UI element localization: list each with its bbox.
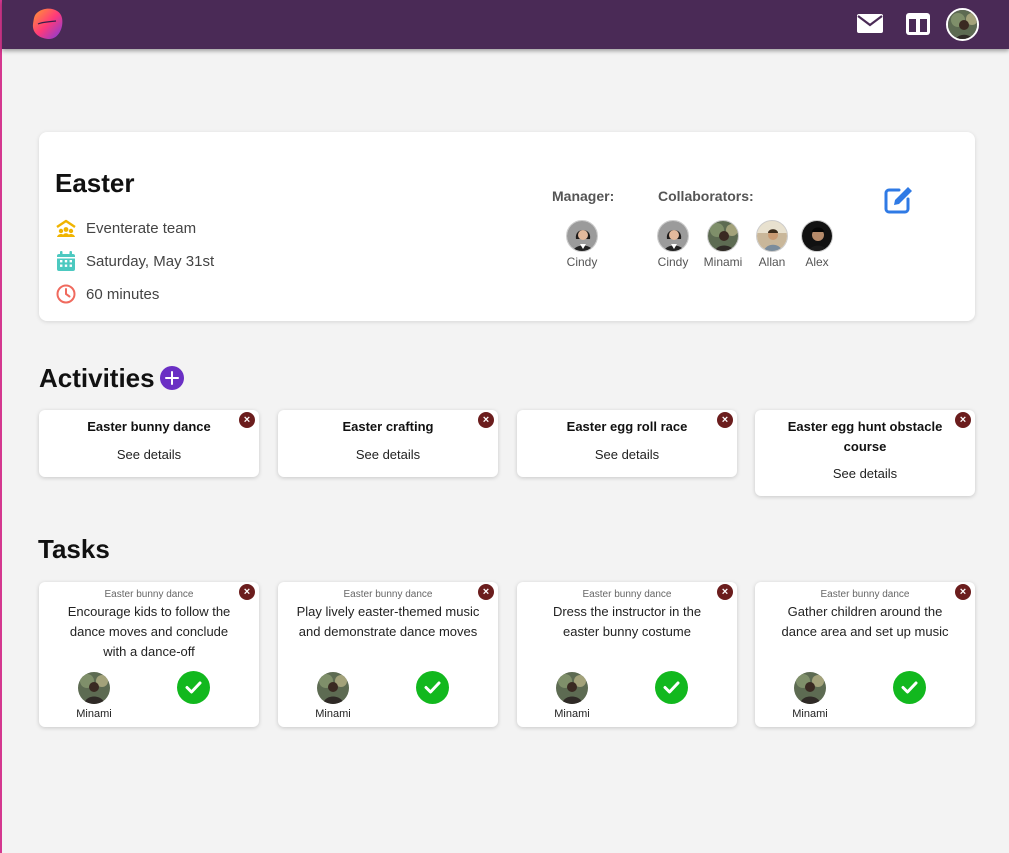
activity-title: Easter crafting	[342, 419, 434, 434]
delete-task-button[interactable]: ×	[478, 584, 494, 600]
complete-task-button[interactable]	[893, 671, 926, 704]
task-description: Play lively easter-themed music and demo…	[296, 604, 480, 639]
delete-activity-button[interactable]: ×	[955, 412, 971, 428]
avatar	[566, 220, 598, 252]
checkmark-icon	[424, 681, 441, 694]
eventerate-logo-icon[interactable]	[30, 6, 66, 42]
collaborator-name: Allan	[758, 255, 786, 269]
user-avatar-icon[interactable]	[946, 8, 979, 41]
event-duration: 60 minutes	[55, 283, 159, 305]
collaborator-alex[interactable]: Alex	[792, 220, 842, 269]
task-category: Easter bunny dance	[582, 589, 672, 600]
avatar	[78, 672, 110, 704]
event-team-label: Eventerate team	[86, 219, 197, 237]
see-details-link[interactable]: See details	[755, 466, 975, 481]
collaborator-minami[interactable]: Minami	[698, 220, 748, 269]
avatar	[657, 220, 689, 252]
task-assignee[interactable]: Minami	[76, 672, 112, 720]
collaborator-name: Alex	[805, 255, 829, 269]
event-date-label: Saturday, May 31st	[86, 252, 215, 270]
task-card[interactable]: × Easter bunny dance Dress the instructo…	[517, 582, 737, 727]
task-category: Easter bunny dance	[343, 589, 433, 600]
avatar	[317, 672, 349, 704]
checkmark-icon	[185, 681, 202, 694]
complete-task-button[interactable]	[177, 671, 210, 704]
activity-card[interactable]: × Easter egg roll race See details	[517, 410, 737, 477]
collaborators-heading: Collaborators:	[658, 188, 754, 204]
see-details-link[interactable]: See details	[39, 447, 259, 462]
task-card[interactable]: × Easter bunny dance Gather children aro…	[755, 582, 975, 727]
team-icon	[56, 219, 76, 237]
tasks-heading: Tasks	[38, 534, 110, 564]
clock-icon	[56, 284, 76, 304]
collaborator-allan[interactable]: Allan	[747, 220, 797, 269]
delete-activity-button[interactable]: ×	[478, 412, 494, 428]
activity-card[interactable]: × Easter bunny dance See details	[39, 410, 259, 477]
task-card[interactable]: × Easter bunny dance Encourage kids to f…	[39, 582, 259, 727]
task-assignee[interactable]: Minami	[792, 672, 828, 720]
assignee-name: Minami	[76, 708, 112, 720]
event-date: Saturday, May 31st	[55, 250, 214, 272]
event-team: Eventerate team	[55, 217, 196, 239]
activities-heading: Activities	[39, 363, 155, 393]
delete-activity-button[interactable]: ×	[717, 412, 733, 428]
collaborator-cindy[interactable]: Cindy	[648, 220, 698, 269]
assignee-name: Minami	[315, 708, 351, 720]
avatar	[794, 672, 826, 704]
manager-person[interactable]: Cindy	[557, 220, 607, 269]
checkmark-icon	[901, 681, 918, 694]
calendar-icon	[57, 251, 75, 271]
task-description: Gather children around the dance area an…	[781, 604, 949, 639]
mail-icon[interactable]	[855, 10, 885, 38]
event-title: Easter	[55, 168, 135, 198]
delete-task-button[interactable]: ×	[955, 584, 971, 600]
checkmark-icon	[663, 681, 680, 694]
see-details-link[interactable]: See details	[517, 447, 737, 462]
collaborator-name: Cindy	[657, 255, 689, 269]
delete-activity-button[interactable]: ×	[239, 412, 255, 428]
complete-task-button[interactable]	[655, 671, 688, 704]
task-assignee[interactable]: Minami	[554, 672, 590, 720]
task-category: Easter bunny dance	[104, 589, 194, 600]
manager-heading: Manager:	[552, 188, 615, 204]
complete-task-button[interactable]	[416, 671, 449, 704]
task-card[interactable]: × Easter bunny dance Play lively easter-…	[278, 582, 498, 727]
add-activity-button[interactable]	[160, 366, 184, 390]
board-icon[interactable]	[903, 10, 933, 38]
manager-name: Cindy	[566, 255, 598, 269]
activity-title: Easter egg roll race	[566, 419, 688, 434]
activity-card[interactable]: × Easter egg hunt obstacle course See de…	[755, 410, 975, 496]
avatar	[707, 220, 739, 252]
assignee-name: Minami	[792, 708, 828, 720]
assignee-name: Minami	[554, 708, 590, 720]
see-details-link[interactable]: See details	[278, 447, 498, 462]
avatar	[801, 220, 833, 252]
edit-icon[interactable]	[882, 184, 914, 216]
delete-task-button[interactable]: ×	[717, 584, 733, 600]
event-card: Easter Eventerate team Saturday, May 31s…	[39, 132, 975, 321]
top-bar	[2, 0, 1009, 49]
task-description: Dress the instructor in the easter bunny…	[552, 604, 702, 639]
collaborator-name: Minami	[703, 255, 743, 269]
delete-task-button[interactable]: ×	[239, 584, 255, 600]
task-description: Encourage kids to follow the dance moves…	[67, 604, 231, 659]
activity-card[interactable]: × Easter crafting See details	[278, 410, 498, 477]
activity-title: Easter bunny dance	[87, 419, 211, 434]
activity-title: Easter egg hunt obstacle course	[787, 419, 943, 454]
task-assignee[interactable]: Minami	[315, 672, 351, 720]
task-category: Easter bunny dance	[820, 589, 910, 600]
avatar	[556, 672, 588, 704]
event-duration-label: 60 minutes	[86, 285, 160, 303]
avatar	[756, 220, 788, 252]
